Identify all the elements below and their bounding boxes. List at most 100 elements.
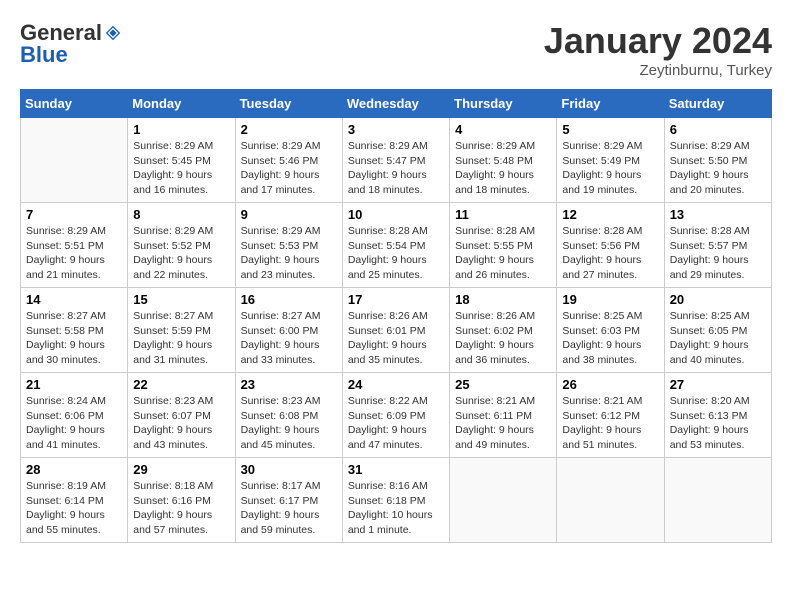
day-header-saturday: Saturday	[664, 90, 771, 118]
day-info: Sunrise: 8:27 AMSunset: 5:59 PMDaylight:…	[133, 309, 229, 368]
calendar-cell: 6Sunrise: 8:29 AMSunset: 5:50 PMDaylight…	[664, 118, 771, 203]
day-info: Sunrise: 8:21 AMSunset: 6:11 PMDaylight:…	[455, 394, 551, 453]
day-number: 5	[562, 122, 658, 137]
calendar-cell: 3 Sunrise: 8:29 AMSunset: 5:47 PMDaylight…	[342, 118, 449, 203]
day-number: 18	[455, 292, 551, 307]
month-title: January 2024	[544, 20, 772, 62]
calendar-cell: 5 Sunrise: 8:29 AMSunset: 5:49 PMDaylight…	[557, 118, 664, 203]
day-info: Sunrise: 8:28 AMSunset: 5:56 PMDaylight:…	[562, 224, 658, 283]
week-row-5: 28Sunrise: 8:19 AMSunset: 6:14 PMDayligh…	[21, 458, 772, 543]
day-number: 10	[348, 207, 444, 222]
day-number: 19	[562, 292, 658, 307]
day-info: Sunrise: 8:29 AMSunset: 5:46 PMDaylight:…	[241, 139, 337, 198]
day-number: 1	[133, 122, 229, 137]
calendar-cell: 4 Sunrise: 8:29 AMSunset: 5:48 PMDaylight…	[450, 118, 557, 203]
day-info: Sunrise: 8:29 AMSunset: 5:48 PMDaylight:…	[455, 139, 551, 198]
title-block: January 2024 Zeytinburnu, Turkey	[544, 20, 772, 79]
subtitle: Zeytinburnu, Turkey	[544, 62, 772, 79]
day-info: Sunrise: 8:28 AMSunset: 5:55 PMDaylight:…	[455, 224, 551, 283]
day-header-tuesday: Tuesday	[235, 90, 342, 118]
day-info: Sunrise: 8:29 AMSunset: 5:47 PMDaylight:…	[348, 139, 444, 198]
calendar-cell: 11 Sunrise: 8:28 AMSunset: 5:55 PMDayligh…	[450, 203, 557, 288]
calendar-cell: 8Sunrise: 8:29 AMSunset: 5:52 PMDaylight…	[128, 203, 235, 288]
calendar-cell: 21Sunrise: 8:24 AMSunset: 6:06 PMDayligh…	[21, 373, 128, 458]
day-info: Sunrise: 8:26 AMSunset: 6:01 PMDaylight:…	[348, 309, 444, 368]
day-number: 8	[133, 207, 229, 222]
day-number: 4	[455, 122, 551, 137]
calendar-cell: 24 Sunrise: 8:22 AMSunset: 6:09 PMDayligh…	[342, 373, 449, 458]
day-number: 29	[133, 462, 229, 477]
day-info: Sunrise: 8:16 AMSunset: 6:18 PMDaylight:…	[348, 479, 444, 538]
calendar-cell: 12 Sunrise: 8:28 AMSunset: 5:56 PMDayligh…	[557, 203, 664, 288]
day-number: 3	[348, 122, 444, 137]
day-number: 11	[455, 207, 551, 222]
calendar-cell: 22 Sunrise: 8:23 AMSunset: 6:07 PMDayligh…	[128, 373, 235, 458]
day-number: 15	[133, 292, 229, 307]
calendar-cell	[21, 118, 128, 203]
day-info: Sunrise: 8:25 AMSunset: 6:03 PMDaylight:…	[562, 309, 658, 368]
day-info: Sunrise: 8:23 AMSunset: 6:07 PMDaylight:…	[133, 394, 229, 453]
calendar-cell: 14Sunrise: 8:27 AMSunset: 5:58 PMDayligh…	[21, 288, 128, 373]
calendar-cell: 31 Sunrise: 8:16 AMSunset: 6:18 PMDayligh…	[342, 458, 449, 543]
day-number: 25	[455, 377, 551, 392]
calendar-cell: 30 Sunrise: 8:17 AMSunset: 6:17 PMDayligh…	[235, 458, 342, 543]
day-info: Sunrise: 8:23 AMSunset: 6:08 PMDaylight:…	[241, 394, 337, 453]
day-number: 22	[133, 377, 229, 392]
day-header-thursday: Thursday	[450, 90, 557, 118]
day-number: 27	[670, 377, 766, 392]
calendar-cell: 18 Sunrise: 8:26 AMSunset: 6:02 PMDayligh…	[450, 288, 557, 373]
calendar-header-row: SundayMondayTuesdayWednesdayThursdayFrid…	[21, 90, 772, 118]
day-number: 28	[26, 462, 122, 477]
day-info: Sunrise: 8:28 AMSunset: 5:54 PMDaylight:…	[348, 224, 444, 283]
day-number: 24	[348, 377, 444, 392]
day-number: 12	[562, 207, 658, 222]
day-info: Sunrise: 8:18 AMSunset: 6:16 PMDaylight:…	[133, 479, 229, 538]
week-row-2: 7 Sunrise: 8:29 AMSunset: 5:51 PMDaylight…	[21, 203, 772, 288]
calendar-cell: 7 Sunrise: 8:29 AMSunset: 5:51 PMDaylight…	[21, 203, 128, 288]
week-row-1: 1 Sunrise: 8:29 AMSunset: 5:45 PMDaylight…	[21, 118, 772, 203]
day-info: Sunrise: 8:22 AMSunset: 6:09 PMDaylight:…	[348, 394, 444, 453]
calendar-cell: 28Sunrise: 8:19 AMSunset: 6:14 PMDayligh…	[21, 458, 128, 543]
calendar-cell: 29 Sunrise: 8:18 AMSunset: 6:16 PMDayligh…	[128, 458, 235, 543]
day-number: 7	[26, 207, 122, 222]
calendar-cell: 19 Sunrise: 8:25 AMSunset: 6:03 PMDayligh…	[557, 288, 664, 373]
calendar-cell: 13 Sunrise: 8:28 AMSunset: 5:57 PMDayligh…	[664, 203, 771, 288]
page-header: General Blue January 2024 Zeytinburnu, T…	[20, 20, 772, 79]
day-info: Sunrise: 8:29 AMSunset: 5:45 PMDaylight:…	[133, 139, 229, 198]
day-info: Sunrise: 8:29 AMSunset: 5:51 PMDaylight:…	[26, 224, 122, 283]
calendar-cell: 10 Sunrise: 8:28 AMSunset: 5:54 PMDayligh…	[342, 203, 449, 288]
day-info: Sunrise: 8:27 AMSunset: 6:00 PMDaylight:…	[241, 309, 337, 368]
day-number: 31	[348, 462, 444, 477]
day-header-wednesday: Wednesday	[342, 90, 449, 118]
calendar-table: SundayMondayTuesdayWednesdayThursdayFrid…	[20, 89, 772, 543]
logo-icon	[104, 24, 122, 42]
day-info: Sunrise: 8:21 AMSunset: 6:12 PMDaylight:…	[562, 394, 658, 453]
calendar-cell: 23Sunrise: 8:23 AMSunset: 6:08 PMDayligh…	[235, 373, 342, 458]
calendar-cell: 17 Sunrise: 8:26 AMSunset: 6:01 PMDayligh…	[342, 288, 449, 373]
day-header-friday: Friday	[557, 90, 664, 118]
calendar-cell: 1 Sunrise: 8:29 AMSunset: 5:45 PMDaylight…	[128, 118, 235, 203]
calendar-cell	[664, 458, 771, 543]
calendar-cell: 20 Sunrise: 8:25 AMSunset: 6:05 PMDayligh…	[664, 288, 771, 373]
day-number: 26	[562, 377, 658, 392]
day-info: Sunrise: 8:26 AMSunset: 6:02 PMDaylight:…	[455, 309, 551, 368]
day-info: Sunrise: 8:17 AMSunset: 6:17 PMDaylight:…	[241, 479, 337, 538]
day-number: 16	[241, 292, 337, 307]
calendar-cell: 16 Sunrise: 8:27 AMSunset: 6:00 PMDayligh…	[235, 288, 342, 373]
day-info: Sunrise: 8:28 AMSunset: 5:57 PMDaylight:…	[670, 224, 766, 283]
day-info: Sunrise: 8:29 AMSunset: 5:49 PMDaylight:…	[562, 139, 658, 198]
logo-blue: Blue	[20, 42, 68, 68]
week-row-4: 21Sunrise: 8:24 AMSunset: 6:06 PMDayligh…	[21, 373, 772, 458]
week-row-3: 14Sunrise: 8:27 AMSunset: 5:58 PMDayligh…	[21, 288, 772, 373]
day-number: 17	[348, 292, 444, 307]
day-number: 20	[670, 292, 766, 307]
day-number: 30	[241, 462, 337, 477]
day-info: Sunrise: 8:29 AMSunset: 5:53 PMDaylight:…	[241, 224, 337, 283]
day-number: 13	[670, 207, 766, 222]
day-info: Sunrise: 8:24 AMSunset: 6:06 PMDaylight:…	[26, 394, 122, 453]
calendar-cell: 26 Sunrise: 8:21 AMSunset: 6:12 PMDayligh…	[557, 373, 664, 458]
day-header-sunday: Sunday	[21, 90, 128, 118]
day-info: Sunrise: 8:25 AMSunset: 6:05 PMDaylight:…	[670, 309, 766, 368]
calendar-cell: 9Sunrise: 8:29 AMSunset: 5:53 PMDaylight…	[235, 203, 342, 288]
day-number: 6	[670, 122, 766, 137]
